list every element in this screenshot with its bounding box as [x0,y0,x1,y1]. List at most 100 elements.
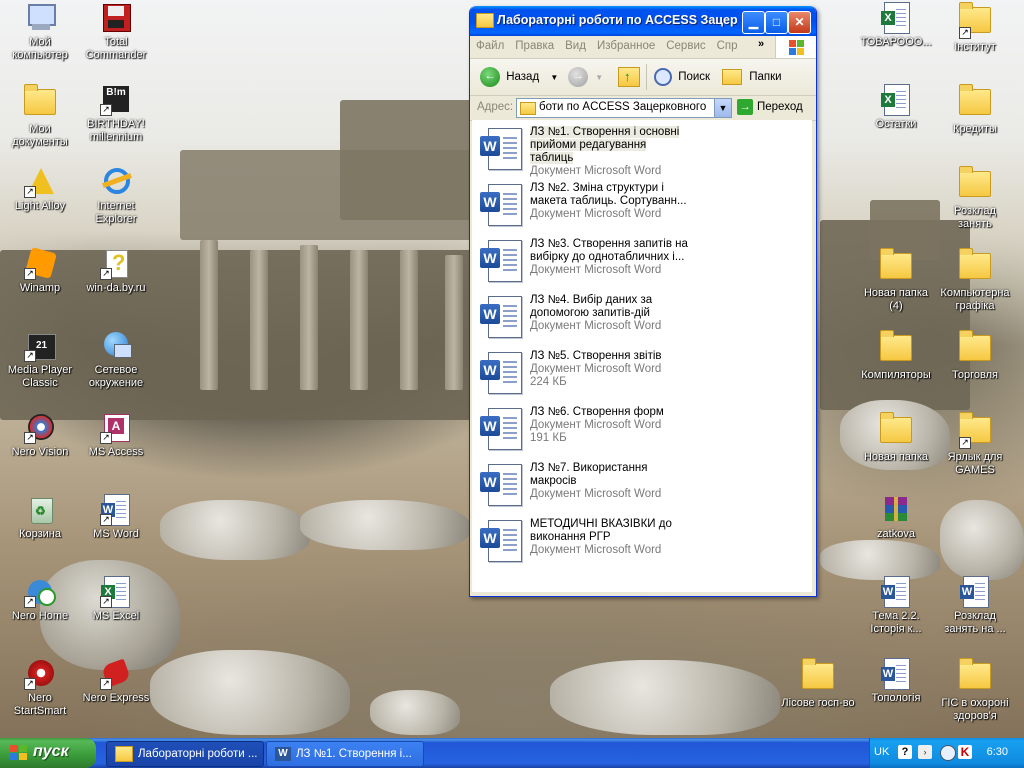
explorer-window[interactable]: Лабораторні роботи по ACCESS Зацерковног… [469,6,817,597]
maximize-button[interactable]: □ [765,11,788,34]
tray-arrow-icon[interactable]: › [918,745,932,759]
address-dropdown-icon[interactable]: ▼ [714,99,731,117]
desktop-icon-torgovlya[interactable]: Торговля [937,330,1013,382]
desktop-icon-birthday-millennium[interactable]: B!m ↗ BIRTHDAY! millennium [78,84,154,144]
taskbar-button-explorer[interactable]: Лабораторні роботи ... [106,741,264,767]
list-item[interactable]: W ЛЗ №7. Використання макросів Документ M… [478,462,808,514]
desktop-icon-kompilyatory[interactable]: Компиляторы [858,330,934,382]
menu-help[interactable]: Спр [711,36,743,52]
desktop-icon-my-computer[interactable]: Мой компьютер [2,2,78,62]
folder-icon [959,330,991,367]
window-titlebar[interactable]: Лабораторні роботи по ACCESS Зацерковног… [470,6,816,36]
minimize-button[interactable]: ▁ [742,11,765,34]
close-button[interactable]: ✕ [788,11,811,34]
desktop-icon-gis[interactable]: ГІС в охороні здоров'я [937,658,1013,723]
word-document-icon: W [480,294,522,338]
folder-shortcut-icon: ↗ [959,412,991,449]
birthday-millennium-icon: B!m ↗ [100,84,132,116]
desktop-icon-label: MS Access [88,446,144,458]
desktop-icon-institut[interactable]: ↗ Інститут [937,2,1013,54]
list-item[interactable]: W ЛЗ №2. Зміна структури і макета таблиц… [478,182,808,234]
list-item[interactable]: W ЛЗ №4. Вибір даних за допомогою запиті… [478,294,808,346]
desktop-icon-tema-2-2[interactable]: W Тема 2.2. Історія к... [858,576,934,636]
go-button[interactable]: → Переход [737,99,803,115]
list-item[interactable]: W МЕТОДИЧНІ ВКАЗІВКИ до виконання РГР Док… [478,518,808,570]
back-button[interactable]: ← Назад ▼ [480,65,558,89]
desktop-icon-label: BIRTHDAY! millennium [87,118,145,143]
desktop-icon-tovar[interactable]: X ТОВАРООО... [858,2,934,49]
network-status-icon[interactable] [940,745,956,761]
desktop-icon-media-player-classic[interactable]: 21 ↗ Media Player Classic [2,330,78,390]
folder-icon [115,745,133,762]
desktop-icon-nero-startsmart[interactable]: ↗ Nero StartSmart [2,658,78,718]
desktop-icon-kredity[interactable]: Кредиты [937,84,1013,136]
menu-view[interactable]: Вид [559,36,591,52]
forward-button[interactable]: → ▼ [568,65,603,89]
desktop-icon-nero-express[interactable]: ↗ Nero Express [78,658,154,705]
desktop-icon-label: Total Commander [85,36,147,61]
menu-tools[interactable]: Сервис [660,36,710,52]
desktop-icon-komp-grafika[interactable]: Компьютерна графіка [937,248,1013,313]
nero-home-icon: ↗ [24,576,56,608]
desktop-icon-nero-vision[interactable]: ↗ Nero Vision [2,412,78,459]
file-type: Документ Microsoft Word [530,419,662,431]
file-name: ЛЗ №7. Використання макросів [530,462,648,487]
help-file-icon: ? ↗ [100,248,132,280]
menu-edit[interactable]: Правка [509,36,559,52]
menu-overflow-chevron-icon[interactable]: » [758,38,764,50]
address-input[interactable]: боти по ACCESS Зацерковного В.І ▼ [516,98,732,118]
desktop-icon-light-alloy[interactable]: ↗ Light Alloy [2,166,78,213]
start-button[interactable]: пуск [0,738,96,768]
desktop-icon-recycle-bin[interactable]: ♻ Корзина [2,494,78,541]
desktop-icon-my-documents[interactable]: Мои документы [2,84,78,149]
desktop-icon-games-shortcut[interactable]: ↗ Ярлык для GAMES [937,412,1013,477]
language-indicator[interactable]: UK [874,746,889,758]
desktop-icon-rozklad[interactable]: Розклад занять [937,166,1013,231]
desktop-icon-total-commander[interactable]: Total Commander [78,2,154,62]
folders-button[interactable]: Папки [722,65,782,89]
desktop-icon-win-da[interactable]: ? ↗ win-da.by.ru [78,248,154,295]
desktop-icon-network-places[interactable]: Сетевое окружение [78,330,154,390]
desktop-icon-nero-home[interactable]: ↗ Nero Home [2,576,78,623]
system-tray: UK ? › K 6:30 [869,738,1024,768]
menu-favorites[interactable]: Избранное [591,36,660,52]
up-folder-button[interactable]: ↑ [618,65,640,89]
desktop-icon-ostatki[interactable]: X Остатки [858,84,934,131]
light-alloy-icon: ↗ [24,166,56,198]
desktop-icon-winamp[interactable]: ↗ Winamp [2,247,78,295]
taskbar-button-word[interactable]: W ЛЗ №1. Створення і... [266,741,424,767]
list-item[interactable]: W ЛЗ №5. Створення звітів Документ Micros… [478,350,808,402]
desktop-icon-ms-word[interactable]: W ↗ MS Word [78,494,154,541]
windows-logo-icon [10,745,28,761]
menu-file[interactable]: Файл [470,36,509,52]
list-item[interactable]: W ЛЗ №6. Створення форм Документ Microsof… [478,406,808,458]
dropdown-arrow-icon[interactable]: ▼ [595,73,603,82]
antivirus-icon[interactable]: K [958,745,972,759]
desktop-icon-rozklad-zanyat[interactable]: W Розклад занять на ... [937,576,1013,636]
desktop-icon-nova-papka[interactable]: Новая папка [858,412,934,464]
folders-icon [722,68,742,85]
file-type: Документ Microsoft Word [530,320,662,332]
desktop-icon-label: Nero Home [11,610,69,622]
desktop-icon-topologiya[interactable]: W Топологія [858,658,934,705]
desktop-icon-internet-explorer[interactable]: Internet Explorer [78,166,154,226]
desktop-icon-label: Тема 2.2. Історія к... [870,610,922,635]
word-document-icon: W [480,406,522,450]
desktop-icon-zatkova[interactable]: zatkova [858,494,934,541]
desktop-icon-ms-excel[interactable]: X ↗ MS Excel [78,576,154,623]
word-document-icon: W [480,462,522,506]
desktop-icon-ms-access[interactable]: A ↗ MS Access [78,412,154,459]
help-icon[interactable]: ? [898,745,912,759]
desktop-icon-lisove[interactable]: Лісове госп-во [780,658,856,710]
list-item[interactable]: W ЛЗ №3. Створення запитів на вибірку до… [478,238,808,290]
dropdown-arrow-icon[interactable]: ▼ [550,73,558,82]
list-item[interactable]: W ЛЗ №1. Створення і основні прийоми ред… [478,126,808,178]
desktop-icon-label: Light Alloy [14,200,66,212]
folder-icon [476,13,494,28]
search-button[interactable]: Поиск [654,65,710,89]
folder-icon [959,84,991,121]
clock: 6:30 [986,746,1008,758]
desktop-icon-nova-papka-4[interactable]: Новая папка (4) [858,248,934,313]
file-list: W ЛЗ №1. Створення і основні прийоми ред… [472,120,812,592]
taskbar: пуск Лабораторні роботи ... W ЛЗ №1. Ство… [0,738,1024,768]
